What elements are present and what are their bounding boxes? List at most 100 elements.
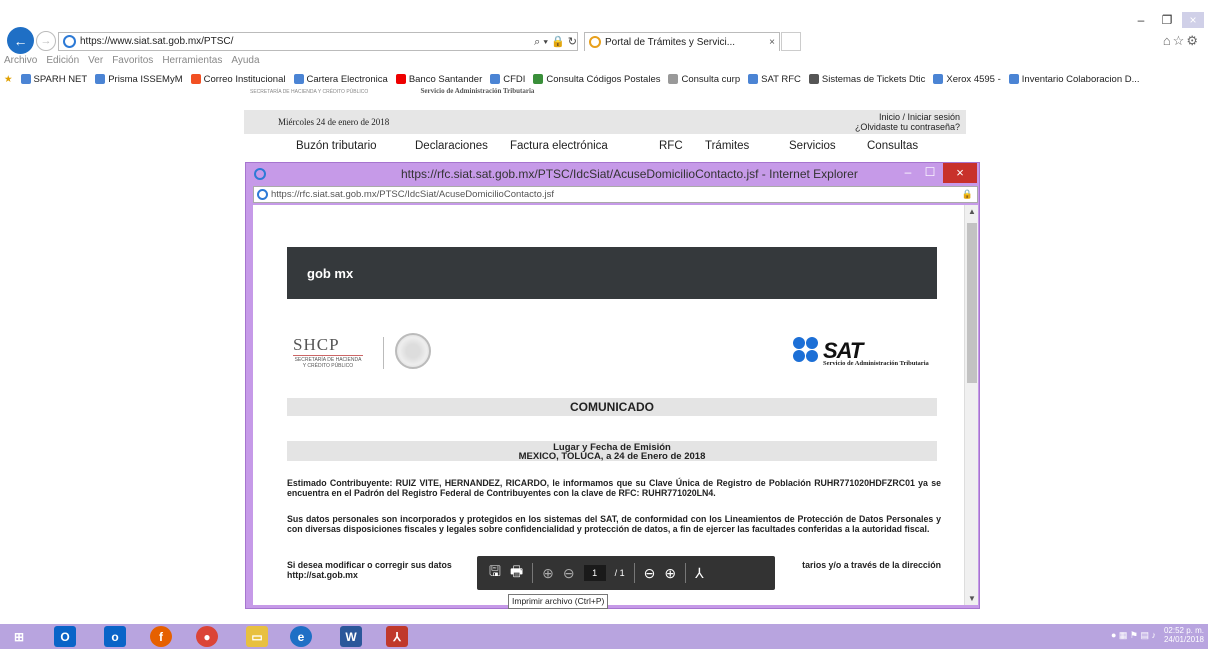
bg-login-area: Inicio / Iniciar sesión ¿Olvidaste tu co…	[855, 112, 960, 132]
menu-item[interactable]: Favoritos	[112, 55, 153, 66]
favorite-item[interactable]: SAT RFC	[748, 74, 801, 85]
new-tab-button[interactable]	[781, 32, 801, 51]
bg-date-bar: Miércoles 24 de enero de 2018 Inicio / I…	[244, 110, 966, 134]
shcp-subtext: SECRETARÍA DE HACIENDA Y CRÉDITO PÚBLICO	[293, 355, 363, 369]
close-button[interactable]: ×	[1182, 12, 1204, 28]
scroll-up-icon[interactable]: ▲	[968, 207, 976, 216]
place-date-band: Lugar y Fecha de Emisión MEXICO, TOLUCA,…	[287, 441, 937, 461]
nav-declaraciones[interactable]: Declaraciones	[415, 140, 510, 152]
popup-titlebar[interactable]: https://rfc.siat.sat.gob.mx/PTSC/IdcSiat…	[246, 163, 979, 185]
scroll-down-icon[interactable]: ▼	[968, 594, 976, 603]
page-icon	[490, 74, 501, 84]
page-down-icon[interactable]: ⊖	[563, 565, 575, 582]
windows-icon	[190, 74, 201, 84]
zoom-in-icon[interactable]: ⊕	[664, 565, 676, 582]
menu-item[interactable]: Ver	[88, 55, 103, 66]
page-icon	[933, 74, 944, 84]
address-tools[interactable]: ⌕ ▾ 🔒 ↻	[534, 35, 577, 49]
acrobat-icon[interactable]: ⅄	[695, 565, 704, 582]
popup-window: https://rfc.siat.sat.gob.mx/PTSC/IdcSiat…	[245, 162, 980, 609]
back-button[interactable]: ←	[7, 27, 34, 54]
minimize-button[interactable]: –	[1130, 12, 1152, 28]
zoom-out-icon[interactable]: ⊖	[644, 565, 656, 582]
scroll-thumb[interactable]	[967, 223, 977, 383]
nav-tramites[interactable]: Trámites	[705, 140, 789, 152]
page-total: / 1	[614, 568, 625, 578]
favorite-item[interactable]: Consulta curp	[668, 74, 740, 85]
toolbar-separator	[532, 563, 534, 583]
toolbar-separator	[685, 563, 687, 583]
nav-buzon[interactable]: Buzón tributario	[296, 140, 415, 152]
print-tooltip: Imprimir archivo (Ctrl+P)	[508, 594, 609, 609]
firefox-icon[interactable]: f	[150, 626, 172, 647]
page-up-icon[interactable]: ⊕	[542, 565, 554, 582]
chrome-icon[interactable]: ●	[196, 626, 218, 647]
favorite-item[interactable]: Consulta Códigos Postales	[533, 74, 660, 85]
clock[interactable]: 02:52 p. m. 24/01/2018	[1164, 626, 1204, 644]
page-icon	[533, 74, 544, 84]
pdf-toolbar: 🖫 🖶 ⊕ ⊖ 1 / 1 ⊖ ⊕ ⅄	[477, 556, 775, 590]
page-icon	[20, 74, 31, 84]
nav-factura[interactable]: Factura electrónica	[510, 140, 659, 152]
page-icon	[1008, 74, 1019, 84]
popup-maximize-button[interactable]: ☐	[919, 165, 941, 181]
start-button[interactable]: ⊞	[8, 626, 30, 647]
nav-rfc[interactable]: RFC	[659, 140, 705, 152]
popup-close-button[interactable]: ×	[943, 163, 977, 183]
favorite-item[interactable]: Correo Institucional	[190, 74, 286, 85]
print-icon[interactable]: 🖶	[510, 561, 523, 585]
browser-toolbar-icons[interactable]: ⌂☆⚙	[1163, 33, 1200, 49]
favorite-item[interactable]: Xerox 4595 -	[933, 74, 1001, 85]
favorite-item[interactable]: Banco Santander	[395, 74, 482, 85]
sat-dots-icon	[793, 335, 823, 365]
page-icon	[748, 74, 759, 84]
nav-servicios[interactable]: Servicios	[789, 140, 867, 152]
page-icon	[668, 74, 679, 84]
outlook-mail-icon[interactable]: o	[104, 626, 126, 647]
popup-url: https://rfc.siat.sat.gob.mx/PTSC/IdcSiat…	[271, 189, 554, 200]
save-icon[interactable]: 🖫	[489, 561, 501, 585]
place-value: MEXICO, TOLUCA, a 24 de Enero de 2018	[518, 451, 706, 462]
logo-divider	[383, 337, 384, 369]
menu-item[interactable]: Archivo	[4, 55, 37, 66]
restore-button[interactable]: ❐	[1156, 12, 1178, 28]
gobmx-logo: gob mx	[307, 265, 354, 281]
clock-date: 24/01/2018	[1163, 635, 1204, 644]
browser-tab[interactable]: Portal de Trámites y Servici... ×	[584, 32, 780, 51]
clock-time: 02:52 p. m.	[1163, 626, 1204, 635]
internet-explorer-icon[interactable]: e	[290, 626, 312, 647]
menu-item[interactable]: Ayuda	[231, 55, 259, 66]
favorite-item[interactable]: SPARH NET	[20, 74, 87, 85]
popup-address-bar[interactable]: https://rfc.siat.sat.gob.mx/PTSC/IdcSiat…	[253, 186, 978, 203]
favorites-star-icon[interactable]: ★	[4, 74, 13, 85]
word-icon[interactable]: W	[340, 626, 362, 647]
popup-scrollbar[interactable]: ▲ ▼	[964, 205, 978, 605]
bg-date: Miércoles 24 de enero de 2018	[278, 117, 390, 127]
popup-minimize-button[interactable]: –	[897, 165, 919, 181]
address-bar[interactable]: https://www.siat.sat.gob.mx/PTSC/ ⌕ ▾ 🔒 …	[58, 32, 578, 51]
ie-logo-icon	[254, 168, 266, 180]
file-explorer-icon[interactable]: ▭	[246, 626, 268, 647]
forward-button[interactable]: →	[36, 31, 56, 51]
gobmx-banner: gob mx	[287, 247, 937, 299]
bg-header-shcp: SECRETARÍA DE HACIENDA Y CRÉDITO PÚBLICO	[250, 89, 369, 95]
page-number-input[interactable]: 1	[583, 565, 606, 581]
bg-page-header: SECRETARÍA DE HACIENDA Y CRÉDITO PÚBLICO…	[250, 86, 720, 100]
tab-close-icon[interactable]: ×	[769, 37, 775, 48]
forgot-password-link[interactable]: ¿Olvidaste tu contraseña?	[855, 122, 960, 132]
lock-icon[interactable]: 🔒	[962, 189, 973, 200]
acrobat-taskbar-icon[interactable]: ⅄	[386, 626, 408, 647]
document-content: gob mx SHCP SECRETARÍA DE HACIENDA Y CRÉ…	[253, 205, 964, 605]
outlook-icon[interactable]: O	[54, 626, 76, 647]
tray-icons[interactable]: ● ▦ ⚑ ▤ ♪	[1111, 630, 1156, 641]
favorite-item[interactable]: Cartera Electronica	[293, 74, 388, 85]
nav-consultas[interactable]: Consultas	[867, 140, 918, 152]
bg-main-nav: Buzón tributario Declaraciones Factura e…	[296, 140, 918, 152]
login-link[interactable]: Inicio / Iniciar sesión	[855, 112, 960, 122]
favorite-item[interactable]: Prisma ISSEMyM	[95, 74, 183, 85]
favorite-item[interactable]: Inventario Colaboracion D...	[1008, 74, 1140, 85]
favorite-item[interactable]: Sistemas de Tickets Dtic	[808, 74, 925, 85]
menu-item[interactable]: Herramientas	[162, 55, 222, 66]
menu-item[interactable]: Edición	[46, 55, 79, 66]
favorite-item[interactable]: CFDI	[490, 74, 525, 85]
